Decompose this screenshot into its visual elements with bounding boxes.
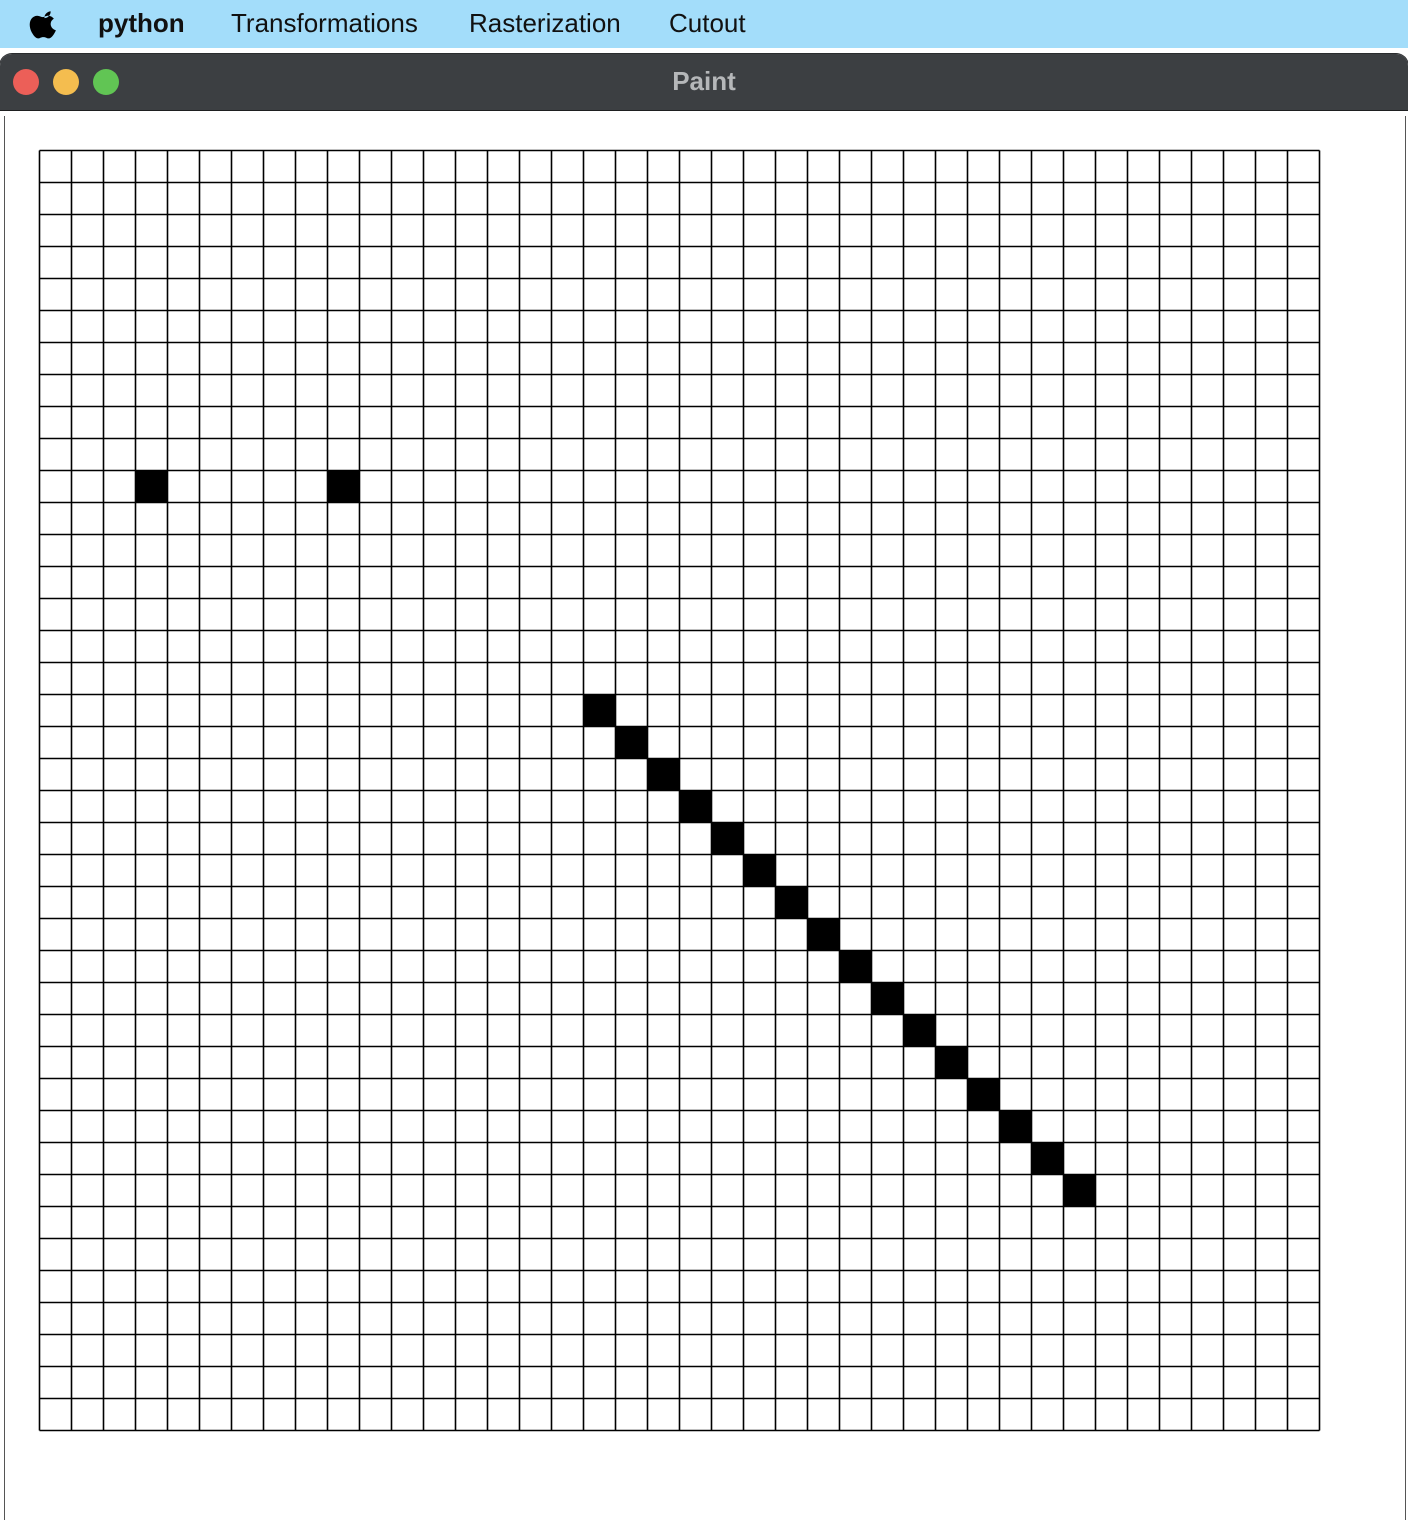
filled-pixel[interactable] [903, 1014, 936, 1047]
filled-pixel[interactable] [711, 822, 744, 855]
filled-pixel[interactable] [807, 918, 840, 951]
filled-pixel[interactable] [1063, 1174, 1096, 1207]
pixel-grid-canvas[interactable] [5, 116, 1405, 1520]
menu-app-python[interactable]: python [98, 0, 185, 48]
paint-window: Paint [0, 54, 1408, 1520]
menu-bar: python Transformations Rasterization Cut… [0, 0, 1408, 48]
menu-cutout[interactable]: Cutout [669, 0, 746, 48]
menu-transformations[interactable]: Transformations [231, 0, 418, 48]
filled-pixel[interactable] [935, 1046, 968, 1079]
filled-pixel[interactable] [647, 758, 680, 791]
filled-pixel[interactable] [775, 886, 808, 919]
menu-rasterization[interactable]: Rasterization [469, 0, 621, 48]
window-title: Paint [672, 66, 736, 96]
filled-pixel[interactable] [615, 726, 648, 759]
filled-pixel[interactable] [839, 950, 872, 983]
filled-pixel[interactable] [327, 470, 360, 503]
filled-pixel[interactable] [967, 1078, 1000, 1111]
grid-lines [38, 149, 1321, 1432]
window-titlebar[interactable]: Paint [0, 54, 1408, 111]
filled-pixel[interactable] [999, 1110, 1032, 1143]
filled-pixel[interactable] [583, 694, 616, 727]
filled-pixel[interactable] [743, 854, 776, 887]
filled-pixel[interactable] [1031, 1142, 1064, 1175]
filled-pixel[interactable] [871, 982, 904, 1015]
filled-pixel[interactable] [135, 470, 168, 503]
apple-logo-icon[interactable] [28, 7, 62, 41]
filled-pixel[interactable] [679, 790, 712, 823]
canvas-area [4, 116, 1406, 1520]
